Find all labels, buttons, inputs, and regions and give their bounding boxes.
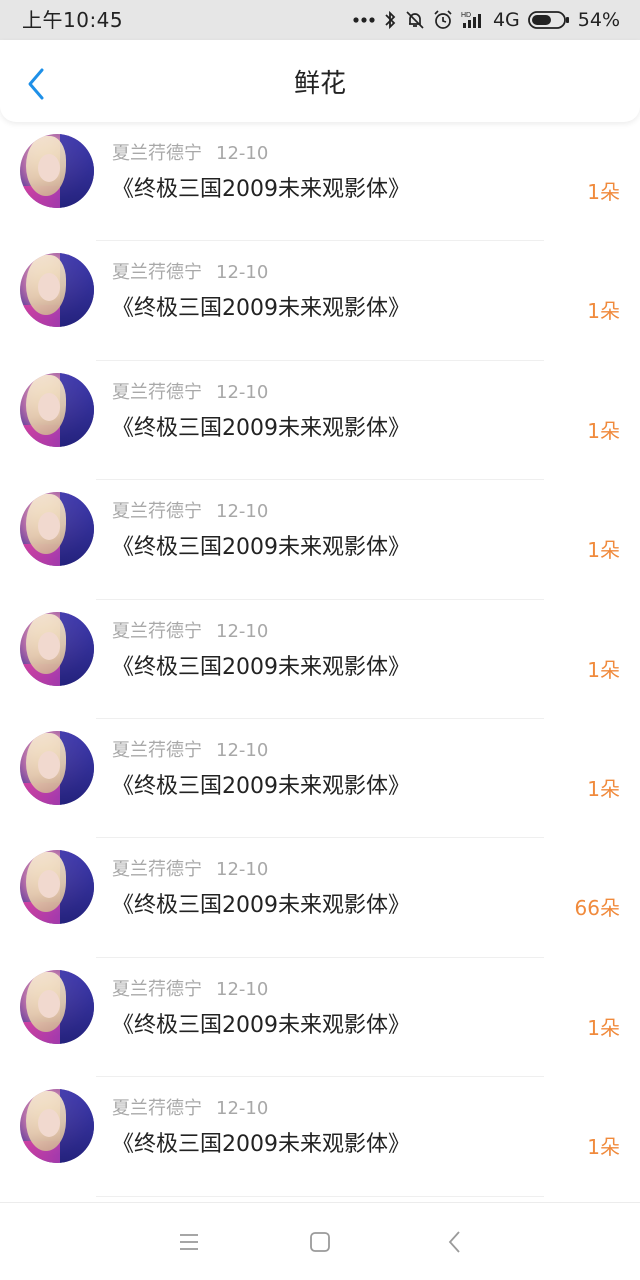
system-nav-bar: [0, 1202, 640, 1280]
avatar[interactable]: [20, 611, 94, 686]
item-date: 12-10: [216, 262, 269, 284]
header: 鲜花: [0, 40, 640, 122]
battery-icon: [527, 10, 570, 30]
list-item[interactable]: 夏兰荇德宁 12-10 《终极三国2009未来观影体》 1朵: [0, 480, 640, 600]
list-item[interactable]: 夏兰荇德宁 12-10 《终极三国2009未来观影体》 1朵: [0, 361, 640, 481]
home-button[interactable]: [305, 1227, 335, 1257]
menu-button[interactable]: [174, 1227, 204, 1257]
item-date: 12-10: [216, 143, 269, 164]
hd-signal-icon: HD: [461, 10, 485, 30]
status-time: 上午10:45: [22, 8, 124, 32]
flower-count: 1朵: [587, 538, 620, 563]
status-bar: 上午10:45 HD 4G 54%: [0, 0, 640, 40]
list-item[interactable]: 夏兰荇德宁 12-10 《终极三国2009未来观影体》 1朵: [0, 1077, 640, 1197]
battery-percent: 54%: [577, 9, 620, 31]
nav-back-button[interactable]: [440, 1227, 470, 1257]
chevron-left-icon: [448, 1231, 460, 1253]
item-meta: 夏兰荇德宁 12-10: [112, 381, 268, 405]
user-name[interactable]: 夏兰荇德宁: [112, 382, 202, 403]
list-item[interactable]: 夏兰荇德宁 12-10 《终极三国2009未来观影体》 1朵: [0, 719, 640, 839]
item-title[interactable]: 《终极三国2009未来观影体》: [112, 1010, 410, 1042]
item-date: 12-10: [216, 978, 269, 1000]
flower-list: 夏兰荇德宁 12-10 《终极三国2009未来观影体》 1朵 夏兰荇德宁 12-10…: [0, 122, 640, 1202]
network-type: 4G: [492, 9, 520, 31]
item-date: 12-10: [216, 859, 269, 881]
flower-count: 1朵: [587, 299, 620, 324]
item-title[interactable]: 《终极三国2009未来观影体》: [112, 532, 410, 564]
item-title[interactable]: 《终极三国2009未来观影体》: [112, 1129, 410, 1161]
bluetooth-icon: [383, 10, 397, 30]
item-date: 12-10: [216, 1098, 269, 1120]
item-meta: 夏兰荇德宁 12-10: [112, 500, 268, 524]
flower-count: 1朵: [587, 776, 620, 801]
avatar[interactable]: [20, 134, 94, 208]
flower-count: 66朵: [574, 896, 620, 921]
avatar[interactable]: [20, 492, 94, 567]
more-dots-icon: [353, 16, 375, 24]
user-name[interactable]: 夏兰荇德宁: [112, 979, 202, 1000]
avatar[interactable]: [20, 253, 94, 328]
user-name[interactable]: 夏兰荇德宁: [112, 859, 202, 880]
item-meta: 夏兰荇德宁 12-10: [112, 261, 268, 285]
user-name[interactable]: 夏兰荇德宁: [112, 740, 202, 761]
list-item[interactable]: 夏兰荇德宁 12-10 《终极三国2009未来观影体》 1朵: [0, 600, 640, 719]
list-item[interactable]: 夏兰荇德宁 12-10 《终极三国2009未来观影体》 1朵: [0, 241, 640, 361]
item-date: 12-10: [216, 501, 269, 523]
user-name[interactable]: 夏兰荇德宁: [112, 143, 202, 164]
item-date: 12-10: [216, 620, 269, 642]
list-item[interactable]: 夏兰荇德宁 12-10 《终极三国2009未来观影体》 1朵: [0, 958, 640, 1078]
mute-bell-icon: [405, 10, 425, 30]
square-icon: [310, 1232, 330, 1252]
item-meta: 夏兰荇德宁 12-10: [112, 858, 268, 882]
flower-count: 1朵: [587, 1015, 620, 1040]
flower-count: 1朵: [587, 1135, 620, 1160]
divider: [96, 1195, 544, 1197]
item-title[interactable]: 《终极三国2009未来观影体》: [112, 771, 410, 803]
flower-count: 1朵: [587, 657, 620, 682]
flower-count: 1朵: [587, 418, 620, 443]
item-meta: 夏兰荇德宁 12-10: [112, 142, 268, 166]
avatar[interactable]: [20, 1089, 94, 1164]
item-meta: 夏兰荇德宁 12-10: [112, 620, 268, 644]
flower-count: 1朵: [587, 180, 620, 204]
user-name[interactable]: 夏兰荇德宁: [112, 621, 202, 642]
page-title: 鲜花: [293, 69, 346, 99]
menu-icon: [180, 1234, 198, 1250]
avatar[interactable]: [20, 850, 94, 925]
item-title[interactable]: 《终极三国2009未来观影体》: [112, 413, 410, 445]
status-icons: HD 4G 54%: [353, 6, 620, 34]
item-meta: 夏兰荇德宁 12-10: [112, 978, 268, 1002]
svg-text:HD: HD: [461, 12, 471, 19]
user-name[interactable]: 夏兰荇德宁: [112, 501, 202, 522]
list-item[interactable]: 夏兰荇德宁 12-10 《终极三国2009未来观影体》 1朵: [0, 122, 640, 242]
item-title[interactable]: 《终极三国2009未来观影体》: [112, 293, 410, 325]
item-date: 12-10: [216, 381, 269, 403]
item-title[interactable]: 《终极三国2009未来观影体》: [112, 890, 410, 922]
user-name[interactable]: 夏兰荇德宁: [112, 262, 202, 283]
alarm-clock-icon: [433, 10, 453, 30]
item-meta: 夏兰荇德宁 12-10: [112, 1097, 268, 1121]
item-title[interactable]: 《终极三国2009未来观影体》: [112, 652, 410, 684]
list-item[interactable]: 夏兰荇德宁 12-10 《终极三国2009未来观影体》 66朵: [0, 838, 640, 958]
avatar[interactable]: [20, 969, 94, 1044]
user-name[interactable]: 夏兰荇德宁: [112, 1098, 202, 1119]
item-title[interactable]: 《终极三国2009未来观影体》: [112, 174, 410, 206]
item-meta: 夏兰荇德宁 12-10: [112, 739, 268, 763]
avatar[interactable]: [20, 730, 94, 805]
item-date: 12-10: [216, 739, 269, 761]
avatar[interactable]: [20, 372, 94, 447]
